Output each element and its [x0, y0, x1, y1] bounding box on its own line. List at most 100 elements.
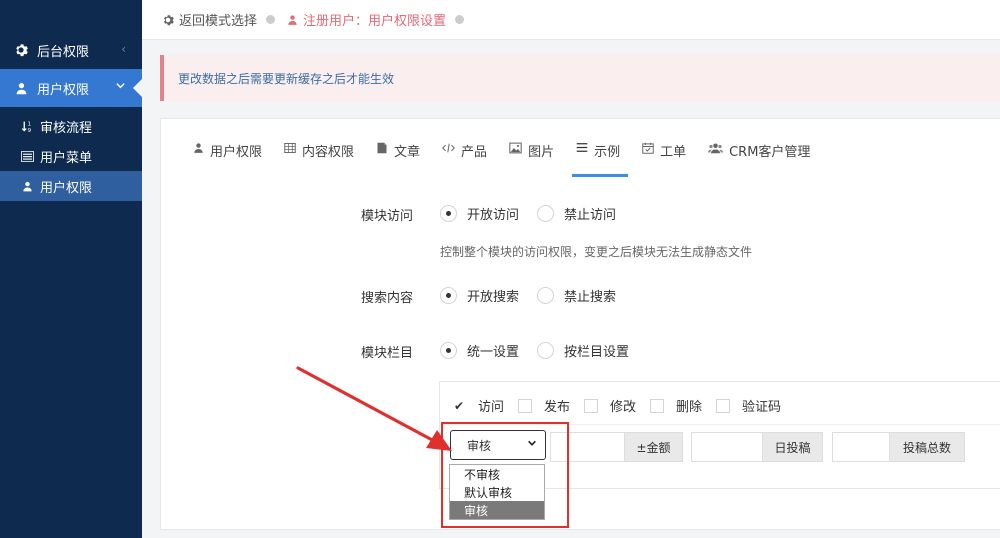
chevron-left-icon: ‹: [121, 42, 126, 56]
radio-dot: [537, 205, 554, 222]
tab-label: 工单: [660, 145, 687, 160]
module-column-label: 模块栏目: [361, 346, 414, 361]
alert-text: 更改数据之后需要更新缓存之后才能生效: [178, 71, 395, 86]
daily-posts-input[interactable]: [691, 432, 763, 462]
chevron-down-icon: [115, 80, 126, 94]
sidebar-group-label: 用户权限: [37, 82, 90, 98]
code-icon: [442, 142, 456, 154]
cache-alert: 更改数据之后需要更新缓存之后才能生效: [160, 55, 1000, 101]
breadcrumb-back[interactable]: 返回模式选择: [162, 10, 257, 29]
list-icon: [20, 150, 34, 162]
tab-articles[interactable]: 文章: [376, 141, 420, 177]
checkbox-label: 修改: [610, 400, 637, 415]
radio-unified-setting[interactable]: 统一设置: [440, 341, 519, 360]
users-icon: [708, 142, 724, 154]
radio-deny-access[interactable]: 禁止访问: [537, 204, 616, 223]
sidebar-item-user-menu[interactable]: 用户菜单: [0, 141, 142, 171]
amount-input-group: ±金额: [550, 432, 683, 462]
sidebar-item-user-permissions[interactable]: 用户权限: [0, 171, 142, 201]
radio-label: 按栏目设置: [564, 345, 630, 360]
checkbox-edit[interactable]: 修改: [584, 396, 636, 415]
user-icon: [13, 82, 29, 95]
tab-work-orders[interactable]: 工单: [642, 141, 686, 177]
total-posts-addon: 投稿总数: [890, 432, 965, 462]
sort-icon: 19: [20, 120, 34, 133]
module-access-label: 模块访问: [361, 209, 414, 224]
radio-deny-search[interactable]: 禁止搜索: [537, 286, 616, 305]
radio-label: 统一设置: [467, 345, 520, 360]
checkbox-label: 删除: [676, 400, 703, 415]
checkbox-captcha[interactable]: 验证码: [716, 396, 781, 415]
sidebar: 后台权限 ‹ 用户权限 19 审核流程 用户菜单 用户权限: [0, 0, 143, 538]
user-icon: [20, 181, 34, 192]
tab-label: 内容权限: [302, 145, 355, 160]
search-content-label: 搜索内容: [361, 291, 414, 306]
breadcrumb-current[interactable]: 注册用户：用户权限设置: [287, 10, 446, 29]
svg-text:9: 9: [27, 128, 31, 133]
checkbox-square: [650, 398, 664, 413]
tab-label: 示例: [594, 145, 621, 160]
sidebar-group-user-permissions[interactable]: 用户权限: [0, 69, 143, 107]
checkbox-publish[interactable]: 发布: [518, 396, 570, 415]
breadcrumb-current-label: 注册用户：用户权限设置: [303, 14, 447, 29]
table-icon: [284, 142, 296, 154]
user-icon: [193, 142, 204, 154]
settings-panel: 用户权限 内容权限 文章 产品 图片 示例 工单 CRM客户管理 模块访问 开放…: [160, 118, 1000, 530]
radio-label: 开放访问: [467, 208, 520, 223]
tab-crm[interactable]: CRM客户管理: [708, 141, 810, 177]
tab-label: CRM客户管理: [729, 145, 811, 160]
radio-dot: [537, 342, 554, 359]
tab-label: 图片: [528, 145, 555, 160]
tab-label: 文章: [394, 145, 421, 160]
radio-open-search[interactable]: 开放搜索: [440, 286, 519, 305]
image-icon: [509, 142, 522, 154]
tab-images[interactable]: 图片: [509, 141, 554, 177]
separator-dot: [266, 15, 276, 24]
sidebar-group-admin-permissions[interactable]: 后台权限 ‹: [0, 31, 142, 69]
sidebar-item-label: 用户权限: [40, 180, 93, 196]
sidebar-item-review-flow[interactable]: 19 审核流程: [0, 111, 142, 141]
doc-icon: [376, 142, 388, 154]
radio-label: 禁止搜索: [564, 290, 617, 305]
annotation-highlight-box: [441, 422, 569, 528]
sidebar-item-label: 用户菜单: [40, 150, 93, 166]
total-posts-input-group: 投稿总数: [832, 432, 965, 462]
tab-content-permissions[interactable]: 内容权限: [284, 141, 354, 177]
radio-dot: [537, 287, 554, 304]
amount-addon: ±金额: [625, 432, 683, 462]
radio-dot: [440, 287, 457, 304]
tab-bar: 用户权限 内容权限 文章 产品 图片 示例 工单 CRM客户管理: [193, 141, 832, 177]
checkbox-square: [716, 398, 730, 413]
svg-text:1: 1: [27, 121, 31, 127]
calendar-check-icon: [642, 142, 654, 154]
tab-label: 用户权限: [210, 145, 263, 160]
radio-open-access[interactable]: 开放访问: [440, 204, 519, 223]
tab-examples[interactable]: 示例: [572, 141, 629, 177]
radio-label: 禁止访问: [564, 208, 617, 223]
total-posts-input[interactable]: [832, 432, 890, 462]
radio-label: 开放搜索: [467, 290, 520, 305]
sidebar-group-label: 后台权限: [37, 44, 90, 60]
checkbox-square: [584, 398, 598, 413]
radio-per-column-setting[interactable]: 按栏目设置: [537, 341, 629, 360]
tab-user-permissions[interactable]: 用户权限: [193, 141, 262, 177]
checkbox-label: 发布: [544, 400, 571, 415]
breadcrumb-back-label: 返回模式选择: [179, 14, 258, 29]
daily-posts-input-group: 日投稿: [691, 432, 823, 462]
checkbox-label: 验证码: [742, 400, 782, 415]
gear-icon: [162, 14, 174, 26]
separator-dot: [455, 15, 465, 24]
checkbox-delete[interactable]: 删除: [650, 396, 702, 415]
module-access-hint: 控制整个模块的访问权限，变更之后模块无法生成静态文件: [440, 245, 753, 259]
radio-dot: [440, 342, 457, 359]
checkbox-square: [518, 398, 532, 413]
daily-posts-addon: 日投稿: [763, 432, 823, 462]
sidebar-item-label: 审核流程: [40, 120, 93, 136]
breadcrumb: 返回模式选择 注册用户：用户权限设置: [142, 0, 1000, 40]
annotation-arrow-icon: [296, 366, 452, 451]
radio-dot: [440, 205, 457, 222]
tab-label: 产品: [461, 145, 488, 160]
checkbox-label: 访问: [478, 400, 505, 415]
user-icon: [287, 14, 298, 26]
tab-products[interactable]: 产品: [442, 141, 487, 177]
